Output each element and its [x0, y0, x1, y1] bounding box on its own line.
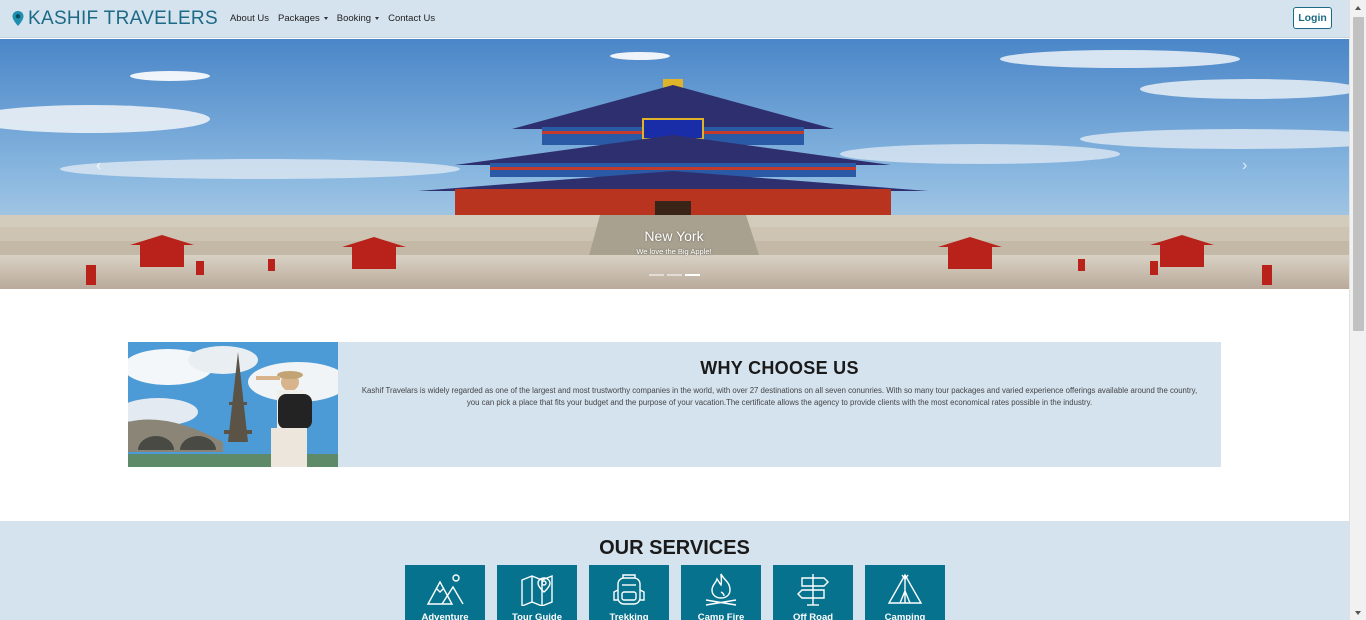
why-choose-us-title: WHY CHOOSE US	[700, 358, 859, 378]
chevron-left-icon[interactable]: ‹	[96, 157, 101, 175]
hero-carousel: ‹ › New York We love the Big Apple!	[0, 39, 1349, 289]
carousel-indicators	[649, 274, 703, 276]
service-label: Camping	[884, 612, 926, 620]
location-pin-icon	[12, 10, 24, 26]
service-label: Off Road	[792, 612, 834, 620]
map-pin-icon	[521, 574, 553, 606]
scrollbar-thumb[interactable]	[1353, 17, 1364, 331]
tent-icon	[887, 573, 923, 604]
caption-title: New York	[644, 228, 704, 244]
why-choose-us-text: Kashif Travelars is widely regarded as o…	[361, 386, 1198, 407]
page-scrollbar[interactable]	[1349, 0, 1366, 620]
carousel-indicator[interactable]	[649, 274, 664, 276]
brand-name: KASHIF TRAVELERS	[28, 7, 218, 29]
caret-down-icon	[375, 17, 380, 20]
service-label: Tour Guide	[512, 612, 562, 620]
backpack-icon	[613, 574, 645, 605]
service-label: Trekking	[609, 612, 649, 620]
navbar: KASHIF TRAVELERS About Us Packages Booki…	[0, 0, 1349, 38]
eiffel-tower-image	[128, 342, 338, 467]
chevron-right-icon[interactable]: ›	[1242, 157, 1247, 175]
carousel-caption: New York We love the Big Apple!	[574, 228, 774, 256]
our-services-section: OUR SERVICES Adventure Tour Guide Trekki…	[0, 521, 1349, 620]
service-tile-camp-fire[interactable]: Camp Fire	[681, 565, 761, 620]
nav-contact-us-label: Contact Us	[388, 13, 436, 24]
service-tile-trekking[interactable]: Trekking	[589, 565, 669, 620]
caret-down-icon	[323, 17, 328, 20]
nav-about-us[interactable]: About Us	[230, 13, 269, 24]
scroll-down-arrow-icon[interactable]	[1355, 611, 1361, 615]
brand-link[interactable]: KASHIF TRAVELERS	[11, 8, 218, 30]
our-services-title: OUR SERVICES	[599, 537, 750, 559]
nav-packages-dropdown[interactable]: Packages	[278, 13, 328, 24]
service-tiles: Adventure Tour Guide Trekking Camp Fire …	[405, 565, 957, 620]
service-tile-tour-guide[interactable]: Tour Guide	[497, 565, 577, 620]
why-choose-us-section: WHY CHOOSE US Kashif Travelars is widely…	[128, 342, 1221, 467]
signpost-icon	[797, 574, 829, 606]
service-tile-adventure[interactable]: Adventure	[405, 565, 485, 620]
nav-booking-dropdown[interactable]: Booking	[336, 13, 380, 24]
nav-packages-label: Packages	[278, 13, 320, 24]
carousel-indicator[interactable]	[667, 274, 682, 276]
login-button[interactable]: Login	[1293, 7, 1332, 29]
caption-text: We love the Big Apple!	[636, 247, 712, 256]
service-label: Camp Fire	[697, 612, 745, 620]
nav-links: About Us Packages Booking Contact Us	[230, 13, 444, 24]
service-label: Adventure	[421, 612, 469, 620]
nav-about-us-label: About Us	[229, 13, 270, 24]
service-tile-camping[interactable]: Camping	[865, 565, 945, 620]
campfire-icon	[705, 573, 737, 606]
mountains-icon	[426, 574, 464, 605]
nav-contact-us[interactable]: Contact Us	[388, 13, 435, 24]
carousel-indicator-active[interactable]	[685, 274, 700, 276]
nav-booking-label: Booking	[336, 13, 372, 24]
service-tile-off-road[interactable]: Off Road	[773, 565, 853, 620]
scroll-up-arrow-icon[interactable]	[1355, 6, 1361, 10]
